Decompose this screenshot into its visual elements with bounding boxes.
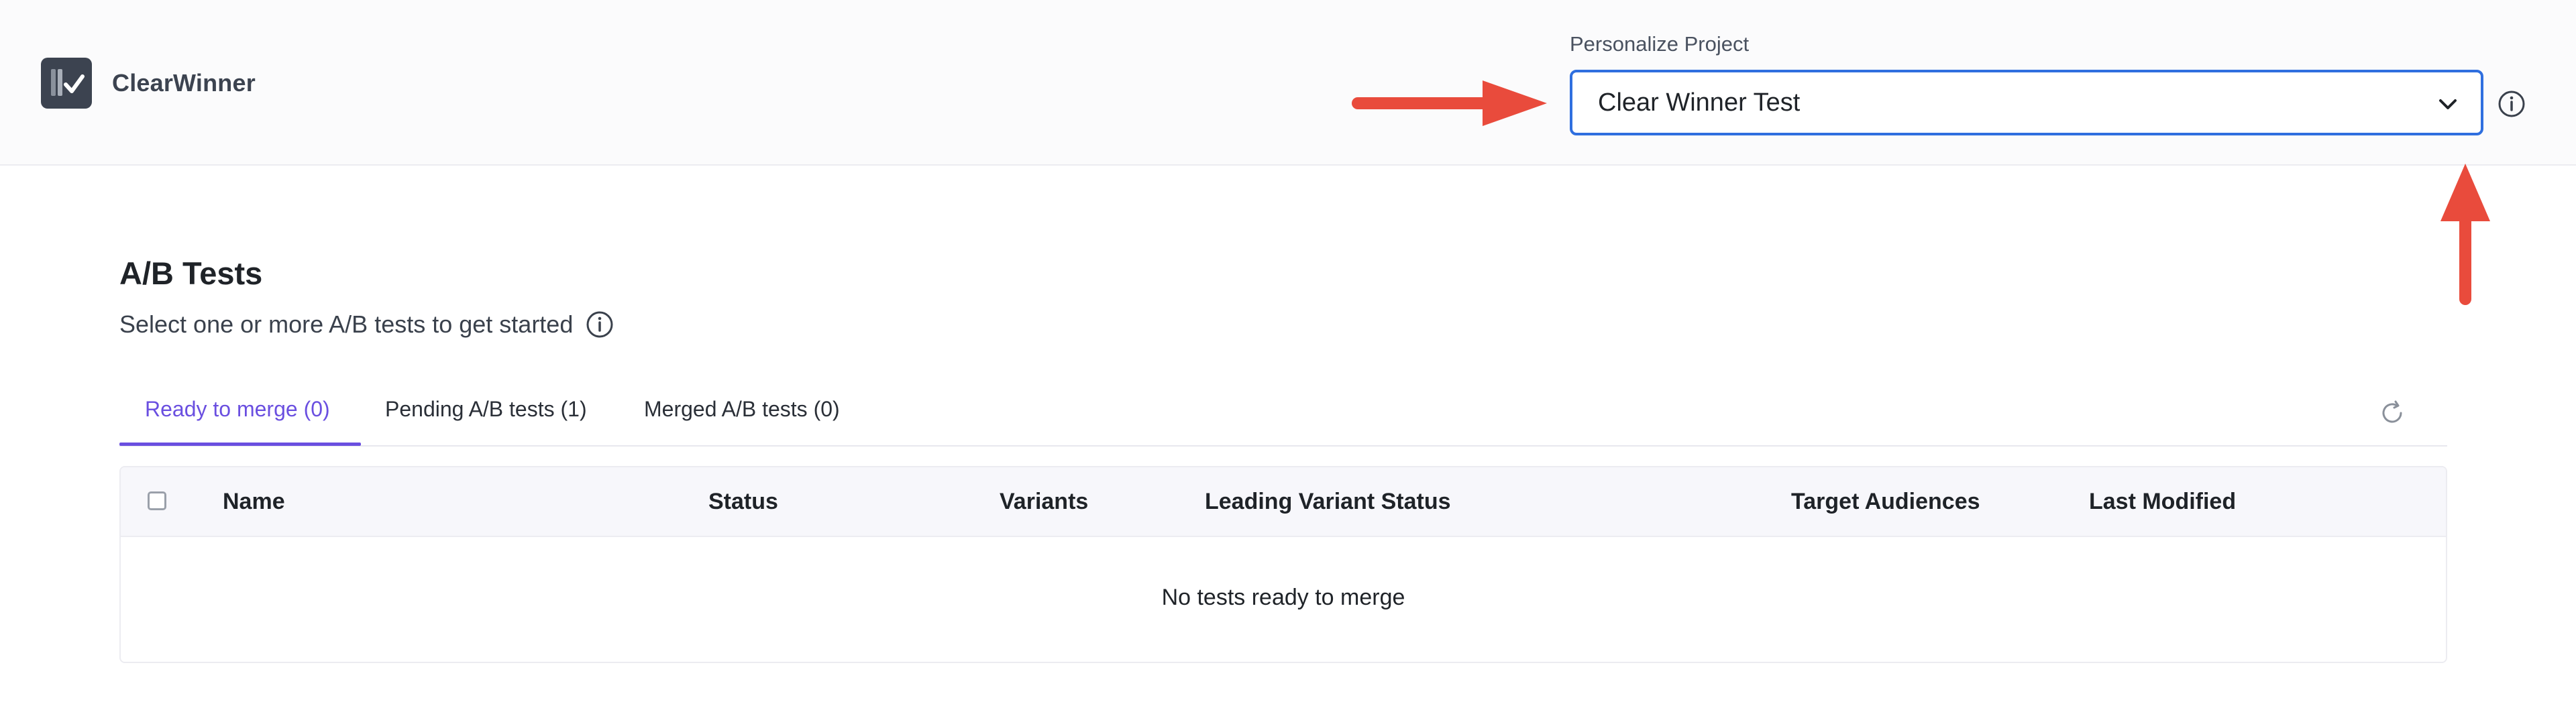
info-icon[interactable] xyxy=(585,310,614,339)
active-tab-indicator xyxy=(119,443,361,446)
column-header-last-modified[interactable]: Last Modified xyxy=(2089,489,2236,515)
project-select[interactable]: Clear Winner Test xyxy=(1570,70,2483,135)
tab-merged-ab-tests[interactable]: Merged A/B tests (0) xyxy=(644,397,840,422)
annotation-arrow-up xyxy=(2440,164,2490,305)
project-label: Personalize Project xyxy=(1570,32,1750,56)
column-header-variants[interactable]: Variants xyxy=(1000,489,1088,515)
ab-tests-table: Name Status Variants Leading Variant Sta… xyxy=(119,466,2447,663)
column-header-status[interactable]: Status xyxy=(708,489,778,515)
refresh-icon[interactable] xyxy=(2377,398,2407,428)
empty-state-message: No tests ready to merge xyxy=(1161,585,1405,610)
top-bar: ClearWinner Personalize Project Clear Wi… xyxy=(0,0,2576,166)
app-name: ClearWinner xyxy=(112,69,256,97)
page-title: A/B Tests xyxy=(119,255,263,291)
info-icon[interactable] xyxy=(2497,89,2526,119)
tab-pending-ab-tests[interactable]: Pending A/B tests (1) xyxy=(385,397,587,422)
column-header-leading-variant-status[interactable]: Leading Variant Status xyxy=(1205,489,1451,515)
chevron-down-icon xyxy=(2439,99,2457,109)
annotation-arrow-right xyxy=(1352,80,1547,126)
project-select-value: Clear Winner Test xyxy=(1598,88,1801,117)
page-subtitle: Select one or more A/B tests to get star… xyxy=(119,310,614,339)
tab-ready-to-merge[interactable]: Ready to merge (0) xyxy=(145,397,330,422)
subtitle-text: Select one or more A/B tests to get star… xyxy=(119,310,574,338)
tab-bar: Ready to merge (0) Pending A/B tests (1)… xyxy=(119,389,2447,447)
clearwinner-logo-icon xyxy=(41,58,92,109)
brand: ClearWinner xyxy=(41,58,256,109)
column-header-name[interactable]: Name xyxy=(223,489,285,515)
table-header: Name Status Variants Leading Variant Sta… xyxy=(121,467,2446,537)
column-header-target-audiences[interactable]: Target Audiences xyxy=(1791,489,1980,515)
select-all-checkbox[interactable] xyxy=(148,491,166,510)
